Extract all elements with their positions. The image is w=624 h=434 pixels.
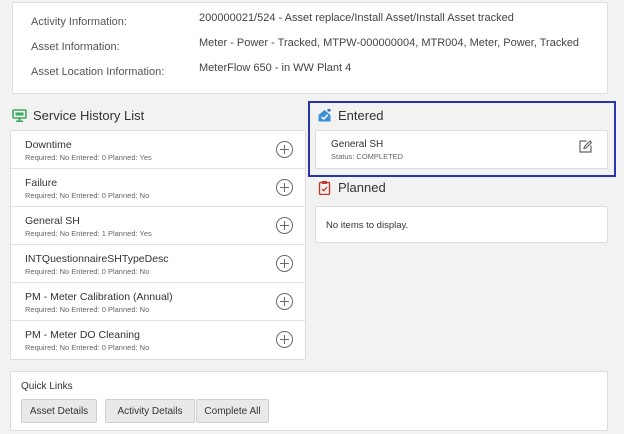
- service-history-title: Service History List: [33, 107, 145, 123]
- activity-info-row: Activity Information: 200000021/524 - As…: [31, 12, 597, 30]
- service-history-header: Service History List: [12, 106, 144, 124]
- list-item-meta: Required: No Entered: 0 Planned: No: [25, 267, 150, 276]
- planned-empty-text: No items to display.: [326, 220, 409, 231]
- list-item-name: PM - Meter DO Cleaning: [25, 329, 140, 341]
- add-circle-icon[interactable]: [276, 293, 293, 310]
- asset-info-value: Meter - Power - Tracked, MTPW-000000004,…: [199, 37, 580, 49]
- list-item: PM - Meter DO Cleaning Required: No Ente…: [11, 321, 305, 359]
- entered-item-card[interactable]: General SH Status: COMPLETED: [315, 130, 608, 169]
- list-item-meta: Required: No Entered: 1 Planned: Yes: [25, 229, 152, 238]
- list-item-name: Downtime: [25, 139, 72, 151]
- asset-info-label: Asset Information:: [31, 41, 120, 53]
- add-circle-icon[interactable]: [276, 141, 293, 158]
- monitor-icon: [12, 108, 27, 123]
- list-item-meta: Required: No Entered: 0 Planned: No: [25, 305, 150, 314]
- activity-info-card: Activity Information: 200000021/524 - As…: [12, 2, 608, 94]
- list-item: Failure Required: No Entered: 0 Planned:…: [11, 169, 305, 207]
- list-item-name: Failure: [25, 177, 58, 189]
- add-circle-icon[interactable]: [276, 331, 293, 348]
- activity-info-value: 200000021/524 - Asset replace/Install As…: [199, 12, 514, 24]
- list-item-name: General SH: [25, 215, 80, 227]
- asset-info-row: Asset Information: Meter - Power - Track…: [31, 37, 597, 55]
- entered-header: Entered: [317, 106, 384, 124]
- add-circle-icon[interactable]: [276, 217, 293, 234]
- list-item-name: INTQuestionnaireSHTypeDesc: [25, 253, 169, 265]
- edit-icon[interactable]: [578, 139, 593, 154]
- house-check-icon: [317, 108, 332, 123]
- add-circle-icon[interactable]: [276, 179, 293, 196]
- activity-info-label: Activity Information:: [31, 16, 127, 28]
- complete-all-button[interactable]: Complete All: [196, 399, 269, 423]
- quick-links-title: Quick Links: [21, 381, 73, 392]
- entered-item-status: Status: COMPLETED: [331, 152, 404, 161]
- list-item-meta: Required: No Entered: 0 Planned: No: [25, 191, 150, 200]
- asset-location-row: Asset Location Information: MeterFlow 65…: [31, 62, 597, 80]
- asset-location-value: MeterFlow 650 - in WW Plant 4: [199, 62, 352, 74]
- list-item: INTQuestionnaireSHTypeDesc Required: No …: [11, 245, 305, 283]
- planned-list: No items to display.: [315, 206, 608, 243]
- list-item-meta: Required: No Entered: 0 Planned: Yes: [25, 153, 152, 162]
- asset-details-button[interactable]: Asset Details: [21, 399, 97, 423]
- list-item: Downtime Required: No Entered: 0 Planned…: [11, 131, 305, 169]
- activity-details-button[interactable]: Activity Details: [105, 399, 195, 423]
- service-history-list: Downtime Required: No Entered: 0 Planned…: [10, 130, 306, 360]
- add-circle-icon[interactable]: [276, 255, 293, 272]
- list-item: PM - Meter Calibration (Annual) Required…: [11, 283, 305, 321]
- planned-header: Planned: [317, 178, 386, 196]
- clipboard-icon: [317, 180, 332, 195]
- planned-title: Planned: [338, 179, 386, 195]
- list-item-name: PM - Meter Calibration (Annual): [25, 291, 173, 303]
- quick-links-card: Quick Links Asset Details Activity Detai…: [10, 371, 608, 431]
- list-item-meta: Required: No Entered: 0 Planned: No: [25, 343, 150, 352]
- entered-title: Entered: [338, 107, 384, 123]
- list-item: General SH Required: No Entered: 1 Plann…: [11, 207, 305, 245]
- asset-location-label: Asset Location Information:: [31, 66, 165, 78]
- entered-item-name: General SH: [331, 139, 384, 150]
